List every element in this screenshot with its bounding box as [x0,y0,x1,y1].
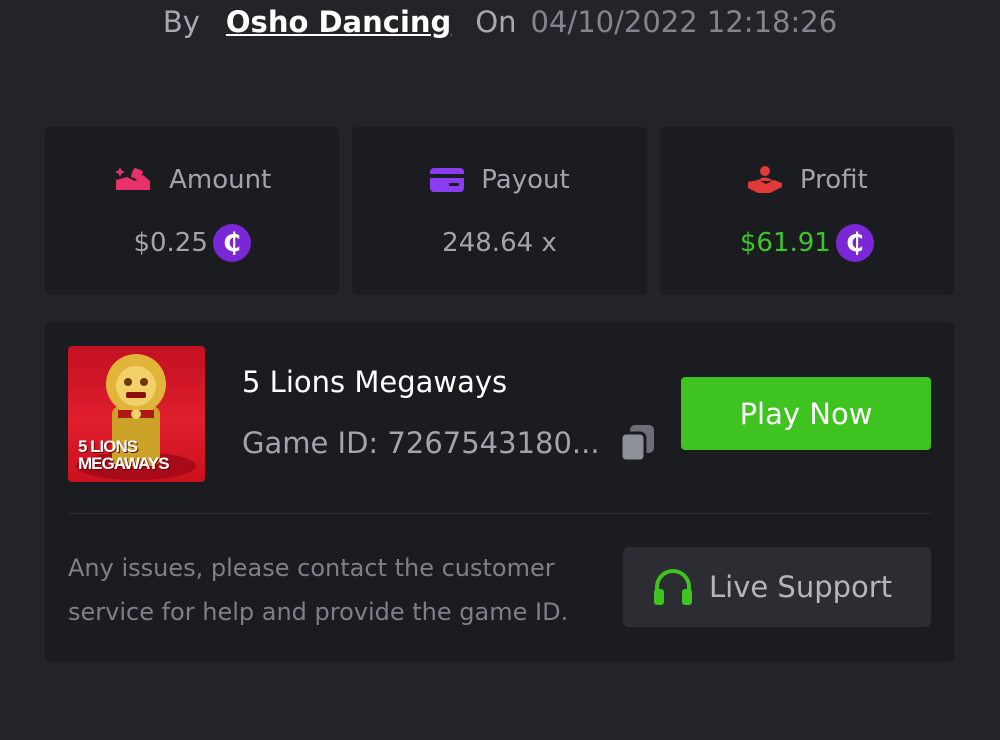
coin-icon: ₵ [212,224,251,262]
stat-payout-head: Payout [429,163,570,197]
hand-coin-icon [115,167,151,190]
support-message: Any issues, please contact the customer … [68,554,569,626]
live-support-button[interactable]: Live Support [623,547,931,627]
amount-value: $0.25 [133,228,208,258]
stat-amount-head: Amount [113,163,271,197]
stat-profit-value: $61.91 ₵ [740,223,874,263]
stat-payout-label: Payout [481,165,570,195]
game-name: 5 Lions Megaways [242,365,508,399]
stat-payout-value: 248.64 x [442,223,557,263]
payout-value: 248.64 x [442,228,557,258]
stat-profit: Profit $61.91 ₵ [659,127,954,295]
bet-datetime: 04/10/2022 12:18:26 [530,5,838,39]
stat-amount-value: $0.25 ₵ [133,223,251,263]
profit-value: $61.91 [739,228,831,258]
bet-stats: Amount $0.25 ₵ Payout 248.64 x Profit $6… [45,127,954,295]
bet-byline: By Osho Dancing On 04/10/2022 12:18:26 [0,4,1000,40]
stat-amount: Amount $0.25 ₵ [45,127,340,295]
stat-profit-head: Profit [746,163,868,197]
stat-profit-label: Profit [799,165,868,195]
username-link[interactable]: Osho Dancing [226,5,451,39]
hand-receive-icon [747,166,782,193]
game-thumbnail[interactable]: 5 LIONS MEGAWAYS [68,346,205,482]
divider [68,513,931,514]
coin-icon: ₵ [835,224,874,262]
headset-icon [654,569,692,605]
game-id: Game ID: 7267543180... [242,426,600,460]
thumbnail-title: 5 LIONS MEGAWAYS [78,437,170,473]
play-now-button[interactable]: Play Now [681,377,931,450]
stat-amount-label: Amount [169,165,272,195]
on-label: On [475,5,517,39]
credit-card-icon [430,168,465,192]
copy-icon[interactable] [618,423,658,463]
game-card: 5 LIONS MEGAWAYS 5 Lions Megaways Game I… [45,322,954,662]
live-support-label: Live Support [709,570,893,604]
stat-payout: Payout 248.64 x [352,127,647,295]
by-label: By [162,5,200,39]
